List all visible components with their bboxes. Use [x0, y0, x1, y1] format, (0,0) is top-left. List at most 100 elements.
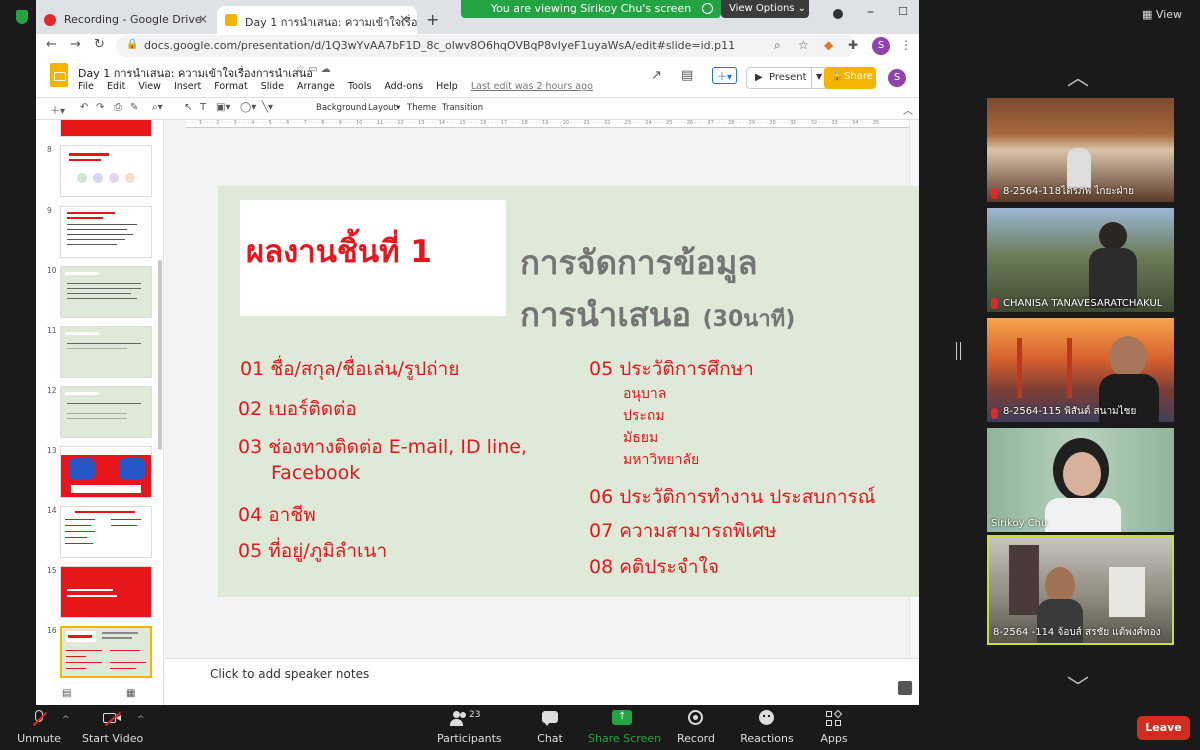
- chevron-up-icon[interactable]: ^: [62, 715, 70, 725]
- speaker-notes[interactable]: Click to add speaker notes ‹: [165, 658, 919, 705]
- slide-title-line2[interactable]: การนำเสนอ (30นาที): [520, 288, 795, 341]
- view-options-button[interactable]: View Options ⌄: [721, 0, 809, 18]
- theme-button[interactable]: Theme: [407, 103, 436, 113]
- list-item[interactable]: 03 ช่องทางติดต่อ E-mail, ID line,: [238, 432, 527, 462]
- filmstrip-scrollbar[interactable]: [158, 260, 162, 450]
- new-tab-icon[interactable]: +: [426, 10, 439, 29]
- slide-thumbnail[interactable]: [60, 326, 152, 378]
- list-item[interactable]: 06 ประวัติการทำงาน ประสบการณ์: [589, 482, 875, 512]
- stop-viewing-icon[interactable]: [702, 3, 713, 14]
- participant-tile[interactable]: 8-2564-118ไตรภพ ไกยะฝ่าย: [987, 98, 1174, 202]
- chat-button[interactable]: Chat: [530, 710, 570, 745]
- back-icon[interactable]: ←: [46, 37, 57, 52]
- chevron-down-icon[interactable]: ﹀: [1067, 670, 1089, 702]
- slide-thumbnail[interactable]: [60, 145, 152, 197]
- unmute-button[interactable]: Unmute: [14, 710, 64, 745]
- image-icon[interactable]: ▣▾: [216, 102, 230, 113]
- undo-icon[interactable]: ↶: [80, 102, 88, 113]
- start-video-button[interactable]: Start Video: [82, 710, 143, 745]
- text-box-icon[interactable]: T: [200, 102, 206, 113]
- slide-filmstrip[interactable]: 8 9 10 11 12 13 14 15 16: [36, 120, 164, 685]
- menu-format[interactable]: Format: [214, 81, 247, 92]
- list-item[interactable]: 02 เบอร์ติดต่อ: [238, 394, 357, 424]
- menu-insert[interactable]: Insert: [174, 81, 201, 92]
- shape-icon[interactable]: ◯▾: [240, 102, 256, 113]
- redo-icon[interactable]: ↷: [96, 102, 104, 113]
- reload-icon[interactable]: ↻: [94, 37, 105, 52]
- menu-edit[interactable]: Edit: [107, 81, 125, 92]
- collapse-toolbar-icon[interactable]: ︿: [903, 102, 913, 117]
- url-bar[interactable]: 🔒 docs.google.com/presentation/d/1Q3wYvA…: [116, 35, 856, 57]
- view-button[interactable]: ▦ View: [1142, 8, 1190, 28]
- list-item[interactable]: 08 คติประจำใจ: [589, 552, 719, 582]
- zoom-search-icon[interactable]: ⌕: [774, 38, 781, 53]
- list-item[interactable]: 05 ที่อยู่/ภูมิลำเนา: [238, 536, 387, 566]
- menu-arrange[interactable]: Arrange: [297, 81, 335, 92]
- list-item[interactable]: Facebook: [271, 462, 360, 484]
- line-icon[interactable]: ╲▾: [262, 102, 273, 113]
- current-slide[interactable]: ผลงานชิ้นที่ 1 การจัดการข้อมูล การนำเสนอ…: [218, 186, 919, 597]
- collapse-panel-icon[interactable]: ‹: [909, 681, 913, 694]
- participant-tile-active-speaker[interactable]: 8-2564 -114 จ้อบส์ สรชัย แต้พงศ์ทอง: [987, 535, 1174, 645]
- list-item[interactable]: 05 ประวัติการศึกษา: [589, 354, 754, 384]
- reactions-button[interactable]: Reactions: [740, 710, 794, 745]
- new-slide-icon[interactable]: ＋▾: [50, 102, 65, 117]
- menu-file[interactable]: File: [78, 81, 94, 92]
- education-level[interactable]: มัธยม: [623, 427, 658, 449]
- google-slides-logo-icon[interactable]: [50, 63, 68, 87]
- close-icon[interactable]: ×: [198, 12, 208, 26]
- menu-slide[interactable]: Slide: [261, 81, 284, 92]
- slide-thumbnail[interactable]: [60, 386, 152, 438]
- meet-icon[interactable]: ＋▾: [712, 67, 738, 84]
- background-button[interactable]: Background: [316, 103, 367, 113]
- list-item[interactable]: 07 ความสามารถพิเศษ: [589, 516, 777, 546]
- slide-thumbnail[interactable]: [60, 506, 152, 558]
- more-menu-icon[interactable]: ⋮: [900, 38, 912, 52]
- panel-resize-handle[interactable]: [956, 342, 961, 360]
- menu-tools[interactable]: Tools: [348, 81, 371, 92]
- maximize-icon[interactable]: ☐: [898, 5, 908, 18]
- slide-thumbnail[interactable]: [60, 446, 152, 498]
- chevron-up-icon[interactable]: ︿: [1067, 60, 1089, 92]
- participants-button[interactable]: 23 Participants: [437, 710, 502, 745]
- participant-tile[interactable]: 8-2564-115 พิสันต์ สนามไชย: [987, 318, 1174, 422]
- record-button[interactable]: Record: [676, 710, 716, 745]
- chevron-up-icon[interactable]: ^: [137, 715, 145, 725]
- slide-title-red[interactable]: ผลงานชิ้นที่ 1: [246, 226, 432, 276]
- participant-tile[interactable]: Sirikoy Chu: [987, 428, 1174, 532]
- education-level[interactable]: อนุบาล: [623, 383, 666, 405]
- list-view-icon[interactable]: ▤: [62, 688, 71, 699]
- share-button[interactable]: 🔒 Share: [824, 67, 876, 89]
- slide-thumbnail[interactable]: [60, 120, 152, 137]
- comments-icon[interactable]: ▤: [681, 68, 693, 83]
- transition-button[interactable]: Transition: [442, 103, 483, 113]
- tab-slides[interactable]: Day 1 การนำเสนอ: ความเข้าใจเรื่อง ×: [217, 6, 417, 34]
- grid-view-icon[interactable]: ▦: [126, 688, 135, 699]
- menu-view[interactable]: View: [138, 81, 161, 92]
- apps-button[interactable]: Apps: [814, 709, 854, 745]
- layout-button[interactable]: Layout: [368, 103, 397, 113]
- print-icon[interactable]: ⎙: [114, 102, 122, 113]
- menu-addons[interactable]: Add-ons: [384, 81, 423, 92]
- slide-thumbnail[interactable]: [60, 206, 152, 258]
- account-avatar[interactable]: S: [888, 69, 906, 87]
- menu-help[interactable]: Help: [436, 81, 458, 92]
- present-button[interactable]: ▶ Present ▼: [746, 67, 828, 89]
- slide-thumbnail[interactable]: [60, 566, 152, 618]
- chevron-down-icon[interactable]: ▼: [816, 72, 822, 81]
- star-move-cloud-icons[interactable]: ☆ ▭ ☁: [296, 64, 331, 75]
- security-shield-icon[interactable]: [16, 10, 28, 24]
- participant-tile[interactable]: CHANISA TANAVESARATCHAKUL: [987, 208, 1174, 312]
- forward-icon[interactable]: →: [70, 37, 81, 52]
- speaker-notes-placeholder[interactable]: Click to add speaker notes: [210, 667, 369, 681]
- zoom-icon[interactable]: ⌕▾: [152, 102, 163, 113]
- profile-icon[interactable]: [833, 9, 843, 19]
- list-item[interactable]: 01 ชื่อ/สกุล/ชื่อเล่น/รูปถ่าย: [240, 354, 459, 384]
- browser-avatar[interactable]: S: [872, 37, 890, 55]
- select-cursor-icon[interactable]: ↖: [184, 102, 192, 113]
- last-edit-link[interactable]: Last edit was 2 hours ago: [471, 81, 593, 92]
- slide-title-line1[interactable]: การจัดการข้อมูล: [520, 236, 758, 289]
- leave-button[interactable]: Leave: [1137, 716, 1190, 740]
- extensions-icon[interactable]: ✚: [848, 38, 858, 52]
- education-level[interactable]: มหาวิทยาลัย: [623, 449, 699, 471]
